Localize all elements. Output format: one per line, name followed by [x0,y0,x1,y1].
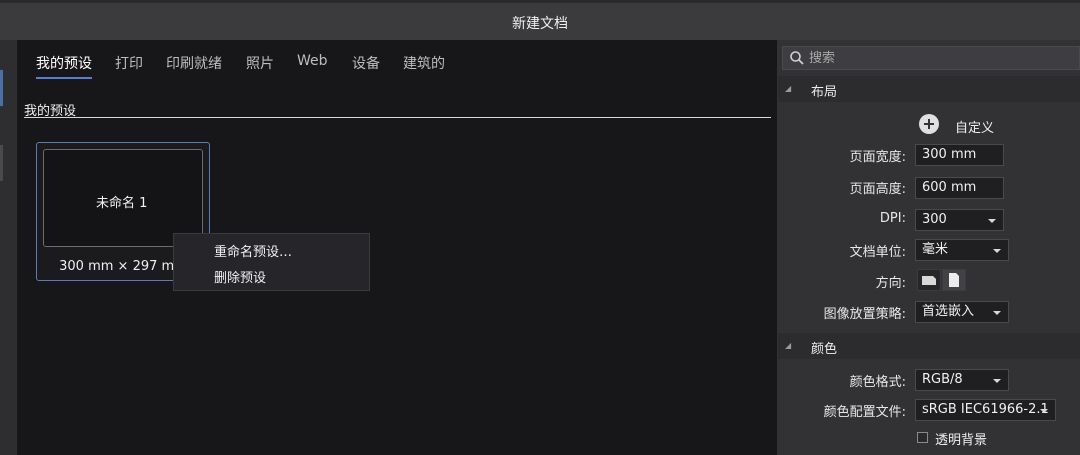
search-icon [790,51,804,65]
units-label: 文档单位: [849,245,906,260]
rename-preset-item[interactable]: 重命名预设… [214,241,292,260]
transparent-background-checkbox[interactable] [917,432,928,443]
settings-panel: ◢ 布局 自定义 页面宽度: 300 mm 页面高度: 600 mm DPI: … [778,40,1080,455]
dpi-select[interactable]: 300 [915,209,1004,231]
color-group-header[interactable]: ◢ 颜色 [778,333,1080,359]
page-width-label: 页面宽度: [849,150,906,165]
collapse-triangle-icon: ◢ [785,84,792,93]
custom-label: 自定义 [955,121,995,136]
page-height-label: 页面高度: [849,182,906,197]
portrait-icon [949,273,959,287]
orientation-label: 方向: [875,276,906,291]
transparent-background-label: 透明背景 [935,433,988,448]
search-box [782,46,1080,70]
color-format-select[interactable]: RGB/8 [915,369,1009,391]
color-profile-label: 颜色配置文件: [823,405,906,420]
strip-marker[interactable] [0,145,3,181]
window-title: 新建文档 [512,16,568,32]
placement-label: 图像放置策略: [823,307,906,322]
delete-preset-item[interactable]: 删除预设 [214,267,266,286]
page-width-input[interactable]: 300 mm [915,144,1004,166]
color-format-label: 颜色格式: [849,375,906,390]
context-menu: 重命名预设… 删除预设 [173,233,370,291]
tab-web[interactable]: Web [297,53,328,69]
layout-group-title: 布局 [811,85,838,100]
search-input[interactable] [809,49,1069,67]
layout-group-header[interactable]: ◢ 布局 [778,76,1080,102]
landscape-icon [922,276,936,285]
preset-name: 未命名 1 [96,196,148,211]
left-strip [0,40,17,455]
tab-print[interactable]: 打印 [115,53,143,73]
page-height-input[interactable]: 600 mm [915,177,1004,199]
tab-my-presets[interactable]: 我的预设 [36,53,92,79]
strip-marker[interactable] [0,70,3,106]
tab-devices[interactable]: 设备 [352,53,380,73]
tab-press-ready[interactable]: 印刷就绪 [166,53,222,73]
tab-architectural[interactable]: 建筑的 [403,53,445,73]
placement-select[interactable]: 首选嵌入 [915,301,1009,323]
dpi-label: DPI: [879,211,906,226]
collapse-triangle-icon: ◢ [785,341,792,350]
portrait-button[interactable] [942,269,966,291]
title-bar: 新建文档 [0,0,1080,40]
tab-photo[interactable]: 照片 [246,53,274,73]
add-custom-button[interactable] [919,114,939,134]
preset-browser: 我的预设 打印 印刷就绪 照片 Web 设备 建筑的 我的预设 未命名 1 30… [17,40,777,455]
landscape-button[interactable] [917,269,941,291]
color-group-title: 颜色 [811,342,838,357]
section-divider [24,117,771,118]
units-select[interactable]: 毫米 [915,239,1009,261]
color-profile-select[interactable]: sRGB IEC61966-2.1 [915,399,1056,421]
